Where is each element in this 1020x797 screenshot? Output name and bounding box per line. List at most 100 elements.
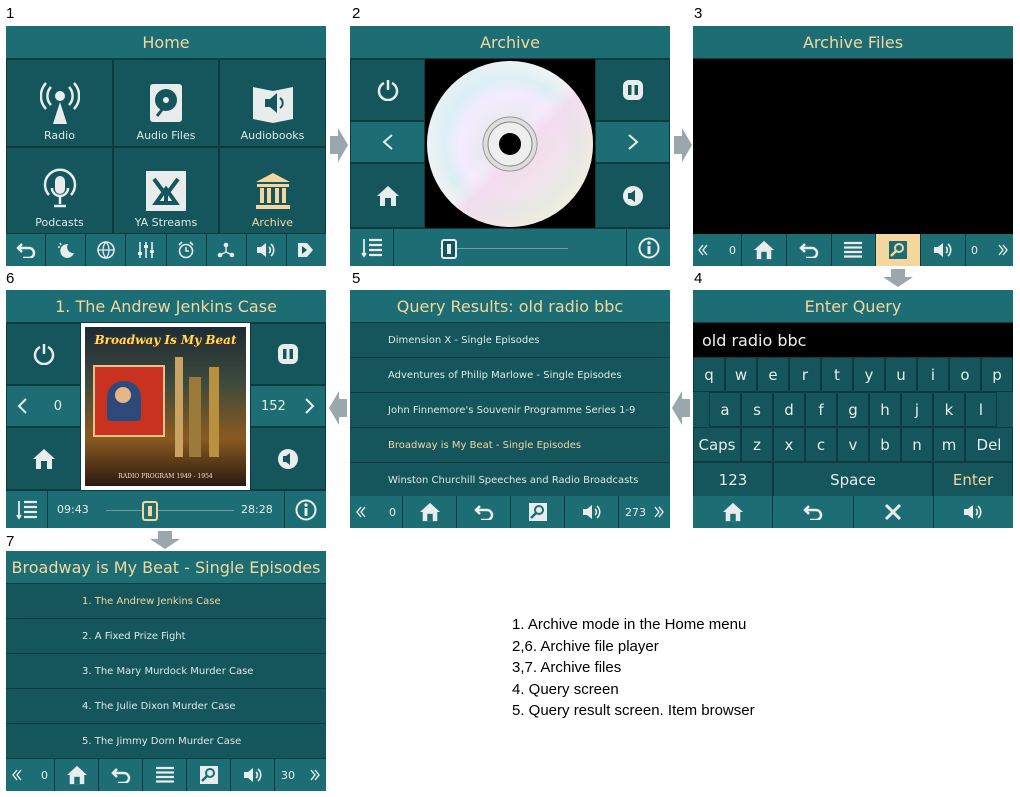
key-k[interactable]: k [933, 392, 965, 427]
key-y[interactable]: y [853, 357, 885, 392]
list-item[interactable]: 3. The Mary Murdock Murder Case [6, 654, 326, 689]
key-z[interactable]: z [741, 427, 773, 462]
power-button[interactable] [350, 59, 425, 121]
key-p[interactable]: p [981, 357, 1013, 392]
key-v[interactable]: v [837, 427, 869, 462]
playlist-button[interactable] [350, 229, 394, 266]
seek-track[interactable] [106, 510, 234, 511]
archive-files-list[interactable] [693, 59, 1013, 234]
list-item[interactable]: Dimension X - Single Episodes [350, 323, 670, 358]
home-button[interactable] [6, 427, 81, 490]
key-r[interactable]: r [789, 357, 821, 392]
page-next-button[interactable]: 30 [274, 759, 326, 791]
tile-ya-streams[interactable]: YA Streams [113, 147, 219, 234]
home-button[interactable] [54, 759, 98, 791]
key-j[interactable]: j [901, 392, 933, 427]
home-button[interactable] [402, 496, 456, 528]
power-button[interactable] [6, 323, 81, 385]
list-button[interactable] [830, 234, 876, 266]
sleep-button[interactable] [45, 234, 85, 266]
key-w[interactable]: w [725, 357, 757, 392]
search-button[interactable] [510, 496, 564, 528]
seek-track[interactable] [440, 248, 568, 249]
previous-button[interactable]: 0 [6, 385, 81, 427]
page-next-button[interactable]: 273 [618, 496, 670, 528]
tile-podcasts[interactable]: Podcasts [6, 147, 113, 234]
tile-audiobooks[interactable]: Audiobooks [219, 59, 326, 147]
list-item[interactable]: 5. The Jimmy Dorn Murder Case [6, 724, 326, 759]
query-input[interactable]: old radio bbc [693, 323, 1013, 357]
key-g[interactable]: g [837, 392, 869, 427]
volume-button[interactable] [564, 496, 618, 528]
key-enter[interactable]: Enter [933, 462, 1013, 497]
back-button[interactable] [785, 234, 831, 266]
equalizer-button[interactable] [125, 234, 165, 266]
key-c[interactable]: c [805, 427, 837, 462]
volume-button[interactable] [245, 234, 286, 266]
clear-button[interactable] [852, 496, 933, 528]
key-m[interactable]: m [933, 427, 965, 462]
alarm-button[interactable] [165, 234, 206, 266]
seek-handle[interactable] [141, 501, 158, 521]
info-button[interactable] [626, 229, 670, 266]
key-caps[interactable]: Caps [693, 427, 741, 462]
key-l[interactable]: l [965, 392, 997, 427]
tile-radio[interactable]: Radio [6, 59, 113, 147]
key-space[interactable]: Space [773, 462, 933, 497]
next-button[interactable] [595, 121, 670, 163]
key-del[interactable]: Del [965, 427, 1013, 462]
key-x[interactable]: x [773, 427, 805, 462]
key-n[interactable]: n [901, 427, 933, 462]
info-button[interactable] [284, 491, 326, 528]
key-b[interactable]: b [869, 427, 901, 462]
mute-button[interactable] [250, 427, 326, 490]
list-item[interactable]: 2. A Fixed Prize Fight [6, 619, 326, 654]
list-button[interactable] [142, 759, 186, 791]
key-i[interactable]: i [917, 357, 949, 392]
playlist-button[interactable] [6, 491, 48, 528]
tile-archive[interactable]: Archive [219, 147, 326, 234]
pause-button[interactable] [595, 59, 670, 121]
volume-button[interactable] [230, 759, 274, 791]
player-button[interactable] [285, 234, 326, 266]
key-o[interactable]: o [949, 357, 981, 392]
volume-button[interactable] [932, 496, 1013, 528]
page-prev-button[interactable]: 0 [6, 759, 54, 791]
search-button[interactable] [186, 759, 230, 791]
list-item[interactable]: John Finnemore's Souvenir Programme Seri… [350, 393, 670, 428]
key-q[interactable]: q [693, 357, 725, 392]
key-h[interactable]: h [869, 392, 901, 427]
next-button[interactable]: 152 [250, 385, 326, 427]
home-button[interactable] [741, 234, 786, 266]
page-next-button[interactable]: 0 [964, 234, 1013, 266]
tile-audio-files[interactable]: Audio Files [113, 59, 219, 147]
list-item[interactable]: Adventures of Philip Marlowe - Single Ep… [350, 358, 670, 393]
key-a[interactable]: a [709, 392, 741, 427]
home-button[interactable] [350, 163, 425, 228]
back-button[interactable] [98, 759, 142, 791]
key-s[interactable]: s [741, 392, 773, 427]
key-d[interactable]: d [773, 392, 805, 427]
network-button[interactable] [85, 234, 125, 266]
back-button[interactable] [456, 496, 510, 528]
page-prev-button[interactable]: 0 [350, 496, 402, 528]
back-button[interactable] [772, 496, 852, 528]
search-button[interactable] [875, 234, 921, 266]
previous-button[interactable] [350, 121, 425, 163]
mute-button[interactable] [595, 163, 670, 228]
list-item[interactable]: 4. The Julie Dixon Murder Case [6, 689, 326, 724]
list-item-selected[interactable]: Broadway is My Beat - Single Episodes [350, 428, 670, 463]
back-button[interactable] [6, 234, 45, 266]
page-prev-button[interactable]: 0 [693, 234, 741, 266]
key-numbers[interactable]: 123 [693, 462, 773, 497]
key-e[interactable]: e [757, 357, 789, 392]
home-button[interactable] [693, 496, 772, 528]
volume-button[interactable] [920, 234, 965, 266]
list-item[interactable]: Winston Churchill Speeches and Radio Bro… [350, 463, 670, 498]
pause-button[interactable] [250, 323, 326, 385]
share-button[interactable] [205, 234, 246, 266]
key-t[interactable]: t [821, 357, 853, 392]
seek-handle[interactable] [441, 239, 457, 259]
list-item-selected[interactable]: 1. The Andrew Jenkins Case [6, 584, 326, 619]
key-u[interactable]: u [885, 357, 917, 392]
